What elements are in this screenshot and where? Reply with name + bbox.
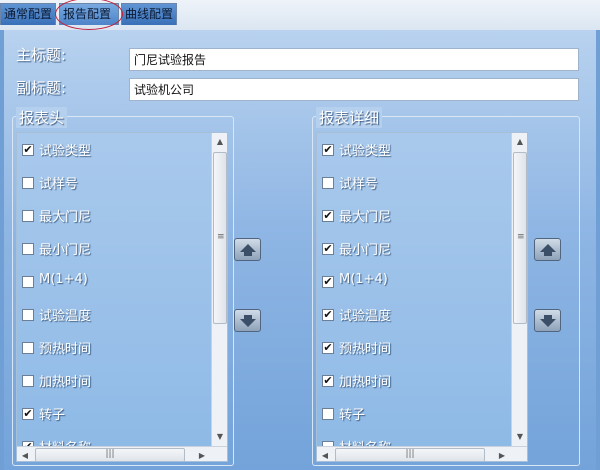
list-item[interactable]: ✔ 转子 [17, 399, 207, 432]
main-title-label: 主标题: [16, 46, 67, 64]
vertical-scrollbar[interactable]: ▲ ≡ ▼ [511, 133, 527, 446]
list-item-label: 最小门尼 [39, 243, 92, 258]
checkbox-checked[interactable]: ✔ [322, 309, 334, 321]
scroll-up-arrow-icon[interactable]: ▲ [212, 133, 227, 150]
scroll-down-arrow-icon[interactable]: ▼ [512, 428, 527, 445]
list-item-label: 最大门尼 [339, 210, 392, 225]
right-move-down-button[interactable] [534, 309, 561, 332]
tab-label: 曲线配置 [125, 7, 174, 21]
list-item-label: 试样号 [339, 177, 379, 192]
checkbox-unchecked[interactable] [22, 309, 34, 321]
list-item-label: 转子 [339, 408, 366, 423]
list-item[interactable]: 试样号 [317, 168, 507, 201]
list-item[interactable]: M(1+4) [17, 267, 207, 300]
checkbox-checked[interactable]: ✔ [322, 210, 334, 222]
list-item-label: M(1+4) [39, 272, 88, 287]
list-item[interactable]: ✔ 试验类型 [17, 135, 207, 168]
tab-highlight-annotation [55, 0, 123, 30]
list-item[interactable]: 预热时间 [17, 333, 207, 366]
list-item-label: 加热时间 [39, 375, 92, 390]
list-item-label: 试验类型 [339, 144, 392, 159]
list-item-label: 最大门尼 [39, 210, 92, 225]
checkbox-checked[interactable]: ✔ [322, 144, 334, 156]
scroll-right-arrow-icon[interactable]: ▶ [194, 447, 210, 461]
list-item[interactable]: ✔ 加热时间 [317, 366, 507, 399]
main-title-input[interactable] [129, 48, 579, 71]
checkbox-checked[interactable]: ✔ [322, 375, 334, 387]
report-header-group-title: 报表头 [16, 107, 68, 128]
tab-curve-config[interactable]: 曲线配置 [121, 3, 177, 25]
tab-bar: 通常配置 报告配置 曲线配置 [0, 0, 600, 30]
move-up-icon [240, 244, 256, 256]
vertical-scroll-thumb[interactable]: ≡ [513, 152, 527, 324]
scroll-up-arrow-icon[interactable]: ▲ [512, 133, 527, 150]
checkbox-checked[interactable]: ✔ [322, 243, 334, 255]
list-item-label: 转子 [39, 408, 66, 423]
horizontal-scroll-thumb[interactable]: ||| [335, 448, 485, 461]
list-item-label: 试验类型 [39, 144, 92, 159]
checkbox-checked[interactable]: ✔ [322, 342, 334, 354]
report-detail-group-title: 报表详细 [316, 107, 383, 128]
checkbox-unchecked[interactable] [22, 210, 34, 222]
list-item-label: 试样号 [39, 177, 79, 192]
list-item-label: 预热时间 [339, 342, 392, 357]
report-detail-list[interactable]: ✔ 试验类型试样号 ✔ 最大门尼 ✔ 最小门尼 ✔ M(1+4) ✔ 试验温度 ✔ 预热时间 ✔ 加热时间… [316, 132, 528, 462]
scroll-left-arrow-icon[interactable]: ◀ [17, 447, 33, 461]
checkbox-checked[interactable]: ✔ [22, 408, 34, 420]
left-move-up-button[interactable] [234, 238, 261, 261]
vertical-scrollbar[interactable]: ▲ ≡ ▼ [211, 133, 227, 446]
horizontal-scrollbar[interactable]: ◀ ||| ▶ [317, 446, 527, 461]
list-item[interactable]: ✔ 试验类型 [317, 135, 507, 168]
list-item-label: 预热时间 [39, 342, 92, 357]
list-item[interactable]: 加热时间 [17, 366, 207, 399]
vertical-scroll-thumb[interactable]: ≡ [213, 152, 227, 324]
checkbox-unchecked[interactable] [322, 408, 334, 420]
move-up-icon [540, 244, 556, 256]
scroll-right-arrow-icon[interactable]: ▶ [494, 447, 510, 461]
move-down-icon [540, 315, 556, 327]
list-item-label: M(1+4) [339, 272, 388, 287]
tab-general-config[interactable]: 通常配置 [0, 3, 56, 25]
right-move-up-button[interactable] [534, 238, 561, 261]
list-item[interactable]: ✔ 预热时间 [317, 333, 507, 366]
list-item-label: 最小门尼 [339, 243, 392, 258]
checkbox-unchecked[interactable] [22, 243, 34, 255]
list-item[interactable]: 最大门尼 [17, 201, 207, 234]
list-item[interactable]: 最小门尼 [17, 234, 207, 267]
list-item[interactable]: 转子 [317, 399, 507, 432]
checkbox-unchecked[interactable] [322, 177, 334, 189]
checkbox-unchecked[interactable] [22, 342, 34, 354]
list-item-label: 加热时间 [339, 375, 392, 390]
left-move-down-button[interactable] [234, 309, 261, 332]
list-item-label: 试验温度 [339, 309, 392, 324]
sub-title-input[interactable] [129, 78, 579, 101]
sub-title-label: 副标题: [16, 79, 67, 97]
list-item[interactable]: ✔ 试验温度 [317, 300, 507, 333]
scroll-down-arrow-icon[interactable]: ▼ [212, 428, 227, 445]
checkbox-unchecked[interactable] [22, 177, 34, 189]
checkbox-checked[interactable]: ✔ [322, 276, 334, 288]
grip-icon: ≡ [517, 232, 525, 242]
checkbox-checked[interactable]: ✔ [22, 144, 34, 156]
scroll-left-arrow-icon[interactable]: ◀ [317, 447, 333, 461]
list-item-label: 试验温度 [39, 309, 92, 324]
report-header-list[interactable]: ✔试验类型试样号最大门尼最小门尼M(1+4)试验温度预热时间加热时间✔转子✔材料… [16, 132, 228, 462]
list-item[interactable]: 试验温度 [17, 300, 207, 333]
checkbox-unchecked[interactable] [22, 276, 34, 288]
move-down-icon [240, 315, 256, 327]
checkbox-unchecked[interactable] [22, 375, 34, 387]
horizontal-scroll-thumb[interactable]: ||| [35, 448, 185, 461]
list-item[interactable]: ✔ 最小门尼 [317, 234, 507, 267]
list-item[interactable]: ✔ M(1+4) [317, 267, 507, 300]
list-item[interactable]: 试样号 [17, 168, 207, 201]
tab-label: 通常配置 [4, 7, 53, 21]
list-item[interactable]: ✔ 最大门尼 [317, 201, 507, 234]
report-config-panel: 主标题: 副标题: 报表头 ✔ 试验类型试样号最大门尼最小门尼 M(1+4) 试验温度… [4, 30, 596, 470]
grip-icon: ≡ [217, 232, 225, 242]
horizontal-scrollbar[interactable]: ◀ ||| ▶ [17, 446, 227, 461]
